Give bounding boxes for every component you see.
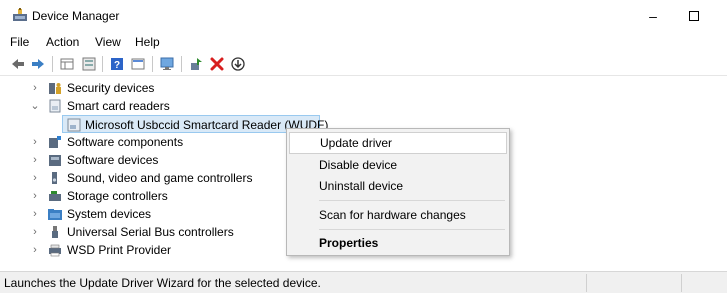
properties-grid-icon[interactable]: [59, 56, 75, 72]
speaker-icon: [47, 170, 63, 186]
status-pane-divider: [681, 274, 682, 292]
forward-arrow-icon[interactable]: [30, 56, 46, 72]
tree-item-label: Software devices: [67, 153, 159, 167]
menu-item-uninstall-device[interactable]: Uninstall device: [289, 175, 507, 197]
maximize-button[interactable]: [683, 5, 705, 27]
help-icon[interactable]: ?: [109, 56, 125, 72]
menu-help[interactable]: Help: [135, 35, 160, 49]
minimize-button[interactable]: –: [642, 5, 664, 27]
svg-text:?: ?: [114, 60, 120, 71]
tree-item-storage-controllers[interactable]: › Storage controllers: [30, 187, 230, 205]
software-component-icon: [47, 134, 63, 150]
tree-item-label: Sound, video and game controllers: [67, 171, 253, 185]
chevron-right-icon[interactable]: ›: [30, 133, 40, 151]
toolbar-separator: [52, 56, 53, 72]
menu-item-update-driver[interactable]: Update driver: [289, 132, 507, 154]
toolbar-separator: [152, 56, 153, 72]
back-arrow-icon[interactable]: [10, 56, 26, 72]
tree-item-label: Security devices: [67, 81, 155, 95]
menu-file[interactable]: File: [10, 35, 29, 49]
tree-item-label: System devices: [67, 207, 152, 221]
menu-separator: [319, 229, 505, 230]
download-circle-icon[interactable]: [230, 56, 246, 72]
chevron-right-icon[interactable]: ›: [30, 241, 40, 259]
chevron-right-icon[interactable]: ›: [30, 79, 40, 97]
window-title: Device Manager: [32, 9, 120, 23]
title-bar: Device Manager –: [0, 0, 727, 32]
smartcard-reader-icon: [47, 98, 63, 114]
chevron-right-icon[interactable]: ›: [30, 187, 40, 205]
toolbar-separator: [102, 56, 103, 72]
printer-icon: [47, 242, 63, 258]
menu-item-disable-device[interactable]: Disable device: [289, 154, 507, 176]
tree-item-usb-controllers[interactable]: › Universal Serial Bus controllers: [30, 223, 270, 241]
system-folder-icon: [47, 206, 63, 222]
uninstall-x-icon[interactable]: [209, 56, 225, 72]
tree-item-label: Software components: [67, 135, 184, 149]
update-driver-icon[interactable]: [188, 56, 204, 72]
tree-item-label: Smart card readers: [67, 99, 170, 113]
tree-item-software-components[interactable]: › Software components: [30, 133, 230, 151]
security-key-icon: [47, 80, 63, 96]
tree-item-wsd-print-provider[interactable]: › WSD Print Provider: [30, 241, 230, 259]
status-pane-divider: [586, 274, 587, 292]
context-menu: Update driver Disable device Uninstall d…: [286, 128, 510, 256]
tree-item-security-devices[interactable]: › Security devices: [30, 79, 230, 97]
status-bar: Launches the Update Driver Wizard for th…: [0, 271, 727, 293]
tree-item-label: Storage controllers: [67, 189, 168, 203]
tree-item-label: WSD Print Provider: [67, 243, 172, 257]
toolbar: ?: [0, 52, 727, 76]
tree-item-label: Universal Serial Bus controllers: [67, 225, 234, 239]
device-list-icon[interactable]: [81, 56, 97, 72]
menu-view[interactable]: View: [95, 35, 121, 49]
tree-item-software-devices[interactable]: › Software devices: [30, 151, 230, 169]
view-icon[interactable]: [130, 56, 146, 72]
maximize-icon: [689, 11, 699, 21]
device-manager-icon: [12, 7, 28, 23]
menu-item-scan-hardware[interactable]: Scan for hardware changes: [289, 204, 507, 226]
chevron-right-icon[interactable]: ›: [30, 223, 40, 241]
tree-item-usbccid-smartcard-reader[interactable]: Microsoft Usbccid Smartcard Reader (WUDF…: [62, 115, 328, 133]
menu-action[interactable]: Action: [46, 35, 79, 49]
tree-item-system-devices[interactable]: › System devices: [30, 205, 230, 223]
chevron-right-icon[interactable]: ›: [30, 205, 40, 223]
status-text: Launches the Update Driver Wizard for th…: [4, 276, 321, 290]
usb-icon: [47, 224, 63, 240]
chevron-right-icon[interactable]: ›: [30, 151, 40, 169]
tree-item-sound-video-game[interactable]: › Sound, video and game controllers: [30, 169, 290, 187]
menu-separator: [319, 200, 505, 201]
toolbar-separator: [181, 56, 182, 72]
tree-item-smart-card-readers[interactable]: ⌄ Smart card readers: [30, 97, 230, 115]
chevron-down-icon[interactable]: ⌄: [30, 97, 40, 115]
software-device-icon: [47, 152, 63, 168]
storage-controller-icon: [47, 188, 63, 204]
smartcard-icon: [66, 117, 82, 133]
menu-bar: File Action View Help: [0, 32, 727, 52]
monitor-icon[interactable]: [159, 56, 175, 72]
chevron-right-icon[interactable]: ›: [30, 169, 40, 187]
menu-item-properties[interactable]: Properties: [289, 232, 507, 254]
